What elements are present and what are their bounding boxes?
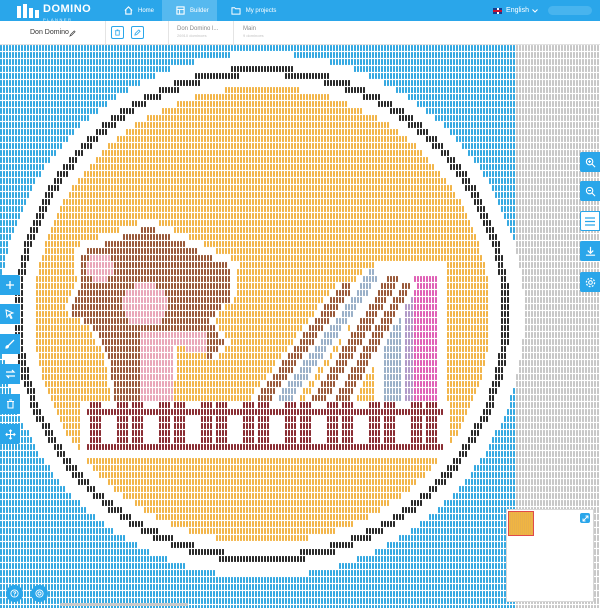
builder-icon [176, 6, 185, 15]
breadcrumb-project-title: Don Domino l... [177, 26, 219, 32]
domino-planner-logo[interactable]: DOMINO PLANNER [0, 0, 110, 22]
delete-project-button[interactable] [111, 26, 124, 39]
expand-icon [582, 515, 588, 521]
nav-my-projects[interactable]: My projects [217, 0, 285, 21]
delete-tool-button[interactable] [0, 394, 20, 414]
move-icon [4, 428, 16, 440]
breadcrumb-main[interactable]: Main 9 dominoes [243, 26, 264, 38]
breadcrumb-main-title: Main [243, 26, 257, 32]
nav-builder[interactable]: Builder [162, 0, 217, 21]
user-account-pill[interactable] [548, 6, 592, 15]
move-tool-button[interactable] [0, 424, 20, 444]
nav-home[interactable]: Home [110, 0, 162, 21]
horizontal-scrollbar[interactable] [60, 603, 188, 606]
edit-name-pencil-icon[interactable] [69, 30, 76, 37]
nav-builder-label: Builder [190, 7, 209, 14]
download-button[interactable] [580, 241, 600, 261]
language-selector[interactable]: English [493, 0, 538, 21]
nav-home-label: Home [138, 7, 155, 14]
brush-tool-button[interactable] [0, 334, 20, 354]
swap-icon [5, 369, 15, 379]
top-navigation-bar: DOMINO PLANNER Home Builder My projects … [0, 0, 600, 22]
logo-buildings-icon [17, 3, 39, 18]
zoom-out-icon [585, 186, 595, 196]
settings-button[interactable] [580, 272, 600, 292]
minimap-viewport[interactable] [508, 511, 534, 536]
breadcrumb-project[interactable]: Don Domino l... 26910 dominoes [177, 26, 218, 38]
edit-project-button[interactable] [131, 26, 144, 39]
uk-flag-icon [493, 7, 503, 14]
breadcrumb-main-count: 9 dominoes [243, 33, 264, 38]
toolbar-divider [233, 21, 234, 44]
menu-button[interactable] [580, 211, 600, 231]
support-button[interactable] [31, 585, 48, 602]
menu-icon [585, 216, 595, 226]
chevron-down-icon [532, 8, 538, 13]
brush-icon [5, 339, 15, 349]
support-icon [35, 589, 44, 598]
project-name: Don Domino [30, 29, 69, 36]
zoom-in-button[interactable] [580, 152, 600, 172]
add-tool-button[interactable] [0, 275, 20, 295]
edit-icon [134, 29, 141, 36]
download-icon [585, 246, 595, 256]
trash-icon [114, 29, 121, 36]
breadcrumb-project-count: 26910 dominoes [177, 33, 207, 38]
home-icon [124, 6, 133, 15]
project-toolbar: Don Domino Don Domino l... 26910 dominoe… [0, 21, 600, 45]
zoom-out-button[interactable] [580, 181, 600, 201]
logo-text: DOMINO [43, 3, 92, 15]
toolbar-divider [168, 21, 169, 44]
expand-minimap-button[interactable] [580, 513, 590, 523]
add-icon [6, 281, 14, 289]
help-icon [10, 589, 19, 598]
swap-tool-button[interactable] [0, 364, 20, 384]
folder-icon [231, 7, 241, 15]
trash-icon [6, 399, 14, 409]
settings-icon [585, 277, 595, 287]
language-label: English [506, 7, 529, 14]
select-tool-button[interactable] [0, 304, 20, 324]
toolbar-divider [105, 21, 106, 44]
minimap[interactable] [506, 509, 594, 602]
select-icon [5, 309, 15, 319]
nav-my-projects-label: My projects [245, 7, 277, 14]
help-button[interactable] [6, 585, 23, 602]
zoom-in-icon [585, 157, 595, 167]
